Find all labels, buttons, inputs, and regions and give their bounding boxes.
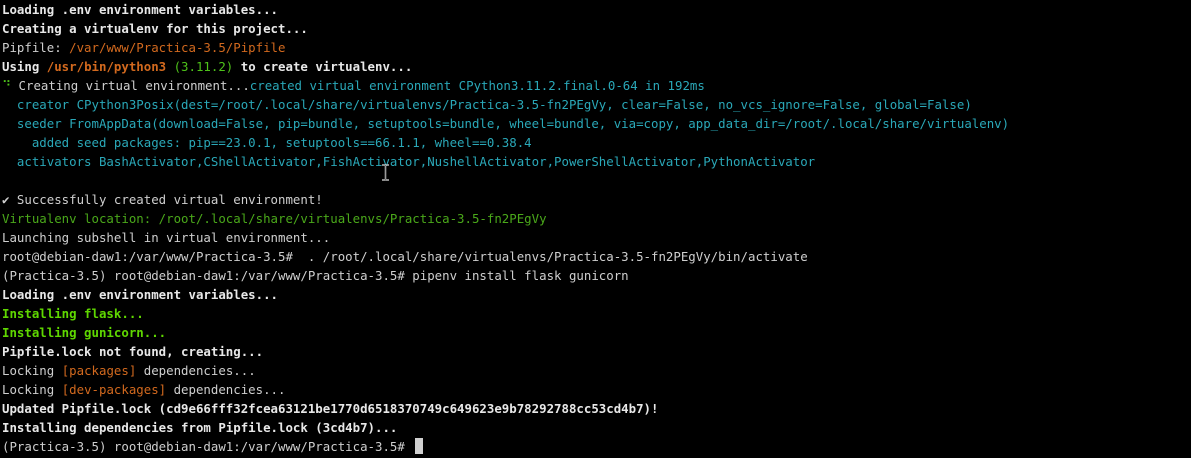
text-cursor-icon bbox=[382, 164, 389, 181]
terminal-prompt-line[interactable]: (Practica-3.5) root@debian-daw1:/var/www… bbox=[2, 437, 1191, 456]
terminal-line: Installing flask... bbox=[2, 306, 144, 321]
terminal-window[interactable]: Loading .env environment variables... Cr… bbox=[0, 0, 1191, 458]
terminal-line: ✔ Successfully created virtual environme… bbox=[2, 192, 323, 207]
terminal-line: (Practica-3.5) root@debian-daw1:/var/www… bbox=[2, 268, 629, 283]
terminal-line: Locking [packages] dependencies... bbox=[2, 363, 256, 378]
terminal-line: Loading .env environment variables... bbox=[2, 287, 279, 302]
terminal-line: ⠙ Creating virtual environment...created… bbox=[2, 78, 705, 93]
terminal-line: Locking [dev-packages] dependencies... bbox=[2, 382, 286, 397]
terminal-line: seeder FromAppData(download=False, pip=b… bbox=[2, 116, 1010, 131]
terminal-line: activators BashActivator,CShellActivator… bbox=[2, 154, 816, 169]
terminal-line: root@debian-daw1:/var/www/Practica-3.5# … bbox=[2, 249, 808, 264]
terminal-line: creator CPython3Posix(dest=/root/.local/… bbox=[2, 97, 972, 112]
terminal-line: Launching subshell in virtual environmen… bbox=[2, 230, 331, 245]
terminal-line: added seed packages: pip==23.0.1, setupt… bbox=[2, 135, 532, 150]
terminal-line: Using /usr/bin/python3 (3.11.2) to creat… bbox=[2, 59, 413, 74]
terminal-line: Pipfile: /var/www/Practica-3.5/Pipfile bbox=[2, 40, 286, 55]
terminal-line: Creating a virtualenv for this project..… bbox=[2, 21, 308, 36]
terminal-line: Pipfile.lock not found, creating... bbox=[2, 344, 264, 359]
terminal-cursor bbox=[415, 438, 424, 454]
spinner-icon: ⠙ bbox=[2, 78, 12, 93]
terminal-line-empty bbox=[2, 171, 1191, 190]
terminal-line: Installing dependencies from Pipfile.loc… bbox=[2, 420, 398, 435]
terminal-line: Updated Pipfile.lock (cd9e66fff32fcea631… bbox=[2, 401, 659, 416]
terminal-line: Loading .env environment variables... bbox=[2, 2, 279, 17]
terminal-line: Installing gunicorn... bbox=[2, 325, 167, 340]
terminal-line: Virtualenv location: /root/.local/share/… bbox=[2, 211, 547, 226]
